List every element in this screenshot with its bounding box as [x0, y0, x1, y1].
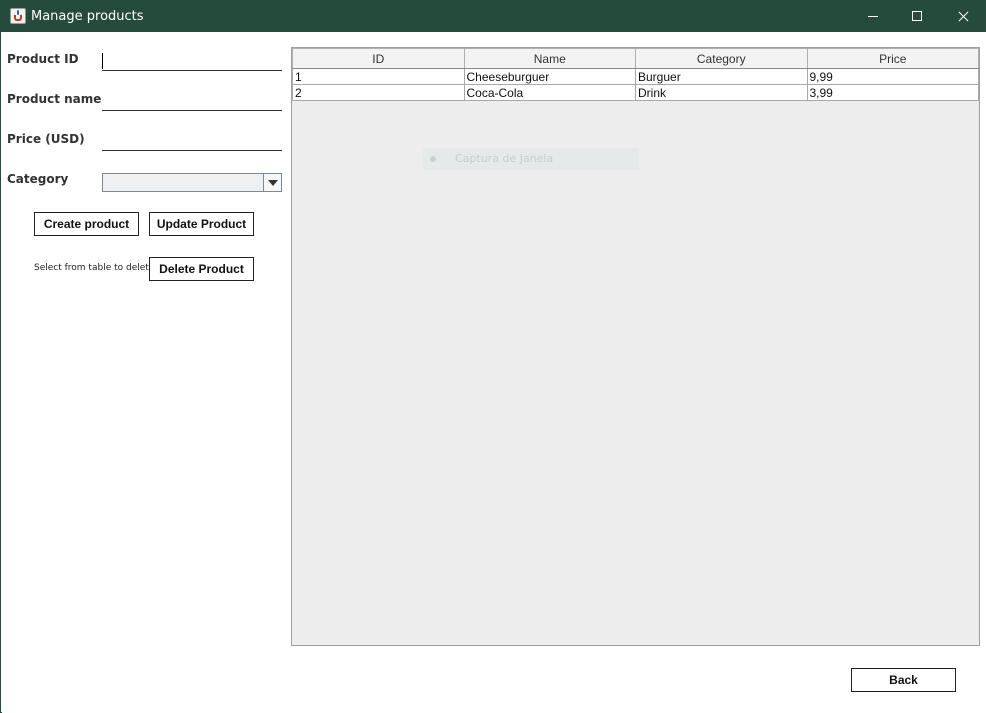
- close-button[interactable]: [941, 1, 986, 32]
- window-title: Manage products: [31, 9, 144, 24]
- products-table-panel[interactable]: ID Name Category Price 1 Cheeseburguer B…: [291, 47, 980, 646]
- minimize-icon: [868, 16, 878, 17]
- table-header-row: ID Name Category Price: [292, 48, 979, 69]
- price-label: Price (USD): [7, 132, 85, 146]
- window-capture-label: Captura de Janela: [455, 152, 554, 165]
- window-capture-overlay: Captura de Janela: [423, 148, 639, 170]
- java-cup-icon: [10, 8, 26, 24]
- product-id-label: Product ID: [7, 52, 79, 66]
- table-cell[interactable]: Coca-Cola: [463, 84, 636, 101]
- table-cell[interactable]: Burguer: [635, 68, 808, 85]
- minimize-button[interactable]: [849, 1, 895, 32]
- maximize-button[interactable]: [895, 1, 941, 32]
- column-header-name[interactable]: Name: [463, 48, 636, 69]
- category-dropdown-button[interactable]: [263, 174, 281, 191]
- table-row[interactable]: 2 Coca-Cola Drink 3,99: [292, 84, 979, 101]
- table-cell[interactable]: 9,99: [806, 68, 979, 85]
- table-cell[interactable]: Drink: [635, 84, 808, 101]
- product-name-label: Product name: [7, 92, 102, 106]
- category-label: Category: [7, 172, 69, 186]
- content-pane: Product ID Product name Price (USD) Cate…: [2, 32, 986, 713]
- maximize-icon: [912, 11, 922, 21]
- table-cell[interactable]: 3,99: [806, 84, 979, 101]
- price-field[interactable]: [102, 127, 282, 151]
- products-table[interactable]: ID Name Category Price 1 Cheeseburguer B…: [292, 48, 979, 101]
- delete-hint: Select from table to delete: [34, 263, 155, 273]
- chevron-down-icon: [268, 180, 278, 186]
- category-select[interactable]: [102, 173, 282, 192]
- text-caret: [102, 53, 103, 69]
- column-header-price[interactable]: Price: [806, 48, 979, 69]
- create-product-button[interactable]: Create product: [34, 212, 139, 236]
- product-name-field[interactable]: [102, 87, 282, 111]
- table-row[interactable]: 1 Cheeseburguer Burguer 9,99: [292, 68, 979, 85]
- delete-product-button[interactable]: Delete Product: [149, 257, 254, 281]
- title-bar[interactable]: Manage products: [1, 1, 985, 32]
- column-header-category[interactable]: Category: [635, 48, 808, 69]
- record-icon: [430, 156, 436, 162]
- table-cell[interactable]: 1: [292, 68, 465, 85]
- table-cell[interactable]: Cheeseburguer: [463, 68, 636, 85]
- product-id-field[interactable]: [102, 47, 282, 71]
- back-button[interactable]: Back: [851, 668, 956, 692]
- update-product-button[interactable]: Update Product: [149, 212, 254, 236]
- table-cell[interactable]: 2: [292, 84, 465, 101]
- column-header-id[interactable]: ID: [292, 48, 465, 69]
- manage-products-window: Manage products Product ID Product name …: [0, 0, 986, 713]
